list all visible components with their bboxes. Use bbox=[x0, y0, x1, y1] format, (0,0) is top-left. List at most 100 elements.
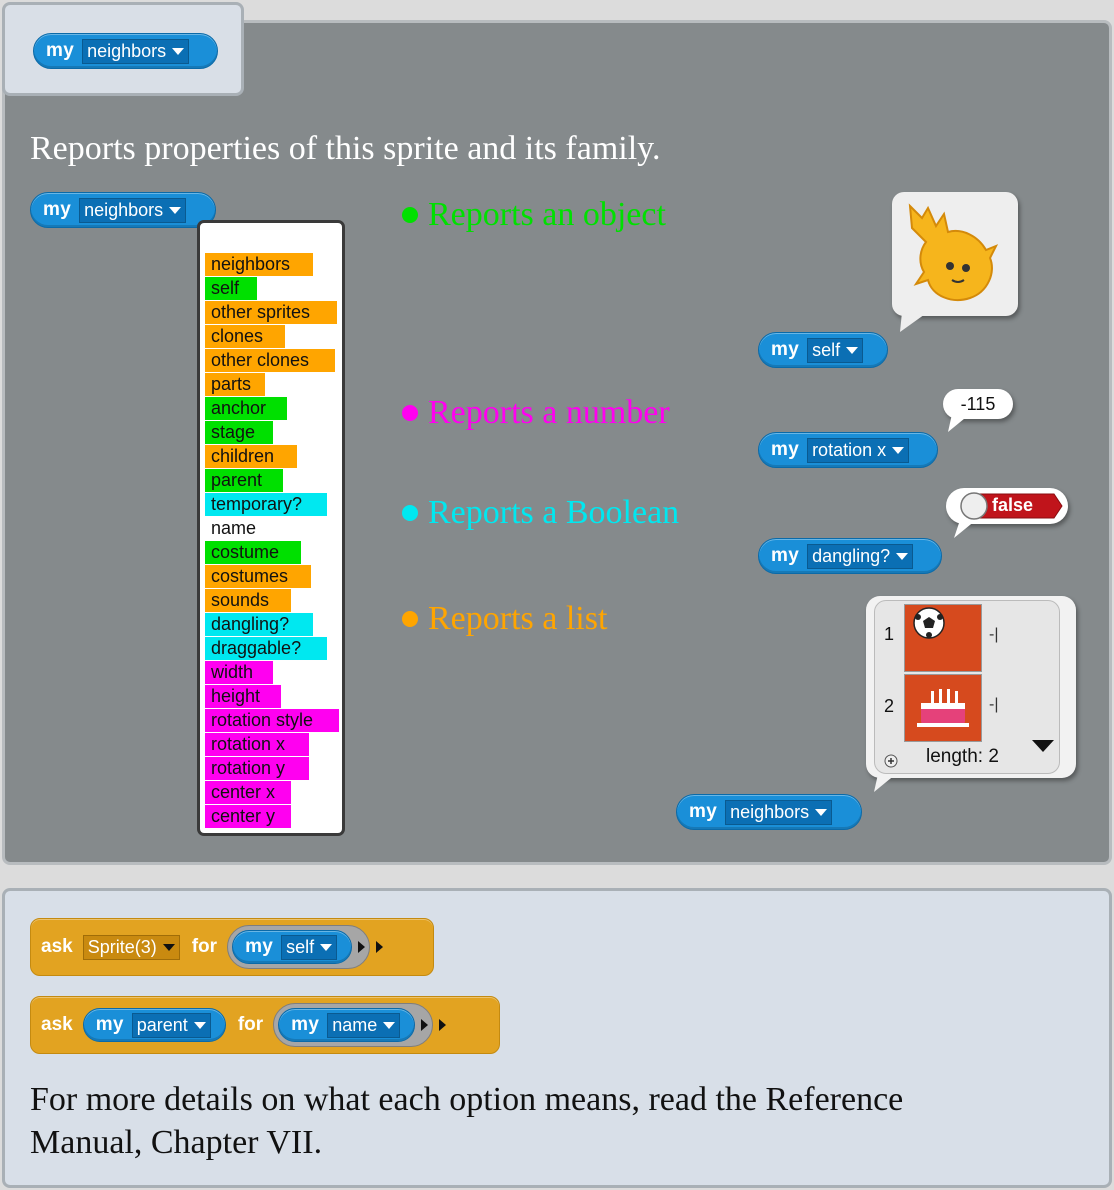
my-neighbors-menu-block[interactable]: my neighbors bbox=[30, 192, 216, 228]
option-dropdown[interactable]: neighbors bbox=[82, 38, 190, 64]
my-self-block[interactable]: my self bbox=[758, 332, 888, 368]
chevron-down-icon bbox=[383, 1021, 396, 1029]
ask-keyword: ask bbox=[41, 1014, 73, 1035]
my-rotation-x-block[interactable]: my rotation x bbox=[758, 432, 938, 468]
dropdown-arrow-icon[interactable] bbox=[1032, 740, 1054, 754]
menu-item[interactable]: sounds bbox=[205, 589, 291, 612]
option-dropdown[interactable]: parent bbox=[131, 1012, 211, 1038]
legend-list: Reports a list bbox=[402, 600, 607, 638]
chevron-down-icon bbox=[169, 206, 182, 214]
dropdown-value: rotation x bbox=[812, 439, 887, 460]
legend-object: Reports an object bbox=[402, 196, 666, 234]
option-dropdown[interactable]: neighbors bbox=[725, 799, 833, 825]
menu-item[interactable]: rotation y bbox=[205, 757, 309, 780]
block-keyword: my bbox=[771, 545, 800, 566]
ring-arrow-icon[interactable] bbox=[421, 1019, 429, 1031]
bullet-icon bbox=[402, 405, 418, 421]
menu-item[interactable]: stage bbox=[205, 421, 273, 444]
dropdown-value: self bbox=[286, 936, 315, 957]
dropdown-value: parent bbox=[136, 1014, 188, 1035]
for-keyword: for bbox=[237, 1014, 264, 1035]
expand-arrow-icon[interactable] bbox=[439, 1019, 447, 1031]
chevron-down-icon bbox=[892, 446, 905, 454]
chevron-down-icon bbox=[846, 346, 859, 354]
dropdown-value: neighbors bbox=[84, 199, 164, 220]
option-dropdown[interactable]: rotation x bbox=[807, 437, 910, 463]
my-neighbors-example-block[interactable]: my neighbors bbox=[676, 794, 862, 830]
block-keyword: my bbox=[291, 1014, 320, 1035]
bullet-icon bbox=[402, 611, 418, 627]
menu-item[interactable]: rotation x bbox=[205, 733, 309, 756]
description-text: Reports properties of this sprite and it… bbox=[30, 130, 661, 167]
menu-item[interactable]: temporary? bbox=[205, 493, 327, 516]
for-keyword: for bbox=[191, 936, 218, 957]
ring-slot[interactable]: my self bbox=[227, 925, 371, 969]
dropdown-value: name bbox=[332, 1014, 378, 1035]
chevron-down-icon bbox=[320, 943, 333, 951]
chevron-down-icon bbox=[193, 1021, 206, 1029]
menu-item[interactable]: self bbox=[205, 277, 257, 300]
my-dangling-block[interactable]: my dangling? bbox=[758, 538, 942, 574]
block-keyword: my bbox=[689, 801, 718, 822]
ask-for-block-sprite[interactable]: ask Sprite(3) for my self bbox=[30, 918, 434, 976]
list-item-costume bbox=[904, 604, 982, 672]
options-menu: neighbors self other sprites clones other cl… bbox=[197, 220, 345, 836]
menu-item[interactable]: dangling? bbox=[205, 613, 313, 636]
menu-item[interactable]: draggable? bbox=[205, 637, 327, 660]
option-dropdown[interactable]: self bbox=[807, 337, 864, 363]
menu-item[interactable]: costumes bbox=[205, 565, 311, 588]
soccer-ball-icon bbox=[913, 607, 945, 639]
block-keyword: my bbox=[245, 936, 274, 957]
my-name-ring-block[interactable]: my name bbox=[278, 1008, 416, 1042]
option-dropdown[interactable]: neighbors bbox=[79, 197, 187, 223]
my-neighbors-block[interactable]: my neighbors bbox=[33, 33, 218, 69]
block-tab[interactable]: my neighbors bbox=[2, 2, 244, 96]
menu-item[interactable]: parts bbox=[205, 373, 265, 396]
menu-item[interactable]: rotation style bbox=[205, 709, 339, 732]
menu-item[interactable]: width bbox=[205, 661, 273, 684]
sprite-icon bbox=[908, 203, 999, 301]
menu-item[interactable]: costume bbox=[205, 541, 301, 564]
ring-arrow-icon[interactable] bbox=[358, 941, 366, 953]
expand-arrow-icon[interactable] bbox=[376, 941, 384, 953]
dropdown-value: dangling? bbox=[812, 545, 891, 566]
menu-item[interactable]: clones bbox=[205, 325, 285, 348]
legend-label: Reports a Boolean bbox=[428, 494, 680, 531]
chevron-down-icon bbox=[815, 808, 828, 816]
list-length: length: 2 bbox=[926, 746, 999, 767]
sprite-result-bubble bbox=[892, 192, 1018, 316]
option-dropdown[interactable]: self bbox=[281, 934, 338, 960]
ask-for-block-parent[interactable]: ask my parent for my name bbox=[30, 996, 500, 1054]
list-item-handle: -| bbox=[989, 626, 999, 643]
dropdown-value: Sprite(3) bbox=[87, 936, 157, 957]
option-dropdown[interactable]: name bbox=[327, 1012, 401, 1038]
boolean-value: false bbox=[992, 495, 1034, 515]
sprite-dropdown[interactable]: Sprite(3) bbox=[82, 934, 180, 960]
bubble-tail-icon bbox=[874, 774, 896, 792]
menu-item[interactable]: anchor bbox=[205, 397, 287, 420]
option-dropdown[interactable]: dangling? bbox=[807, 543, 914, 569]
menu-item[interactable]: children bbox=[205, 445, 297, 468]
chevron-down-icon bbox=[896, 552, 909, 560]
my-self-ring-block[interactable]: my self bbox=[232, 930, 353, 964]
my-parent-block[interactable]: my parent bbox=[82, 1008, 226, 1042]
menu-item[interactable]: center y bbox=[205, 805, 291, 828]
boolean-result-bubble: false bbox=[946, 488, 1068, 524]
legend-boolean: Reports a Boolean bbox=[402, 494, 679, 532]
add-item-icon[interactable] bbox=[884, 754, 898, 768]
menu-item[interactable]: other sprites bbox=[205, 301, 337, 324]
list-item-handle: -| bbox=[989, 696, 999, 713]
ask-keyword: ask bbox=[41, 936, 73, 957]
dropdown-value: self bbox=[812, 339, 841, 360]
list-result-bubble: 1 -| 2 -| length: 2 bbox=[866, 596, 1076, 778]
block-keyword: my bbox=[46, 40, 75, 61]
menu-item[interactable]: center x bbox=[205, 781, 291, 804]
menu-item[interactable]: name bbox=[205, 517, 275, 540]
ring-slot[interactable]: my name bbox=[273, 1003, 434, 1047]
menu-item[interactable]: other clones bbox=[205, 349, 335, 372]
menu-item[interactable]: parent bbox=[205, 469, 283, 492]
bubble-tail-icon bbox=[948, 414, 970, 432]
menu-item[interactable]: neighbors bbox=[205, 253, 313, 276]
menu-item[interactable]: height bbox=[205, 685, 281, 708]
cake-icon bbox=[917, 689, 969, 727]
